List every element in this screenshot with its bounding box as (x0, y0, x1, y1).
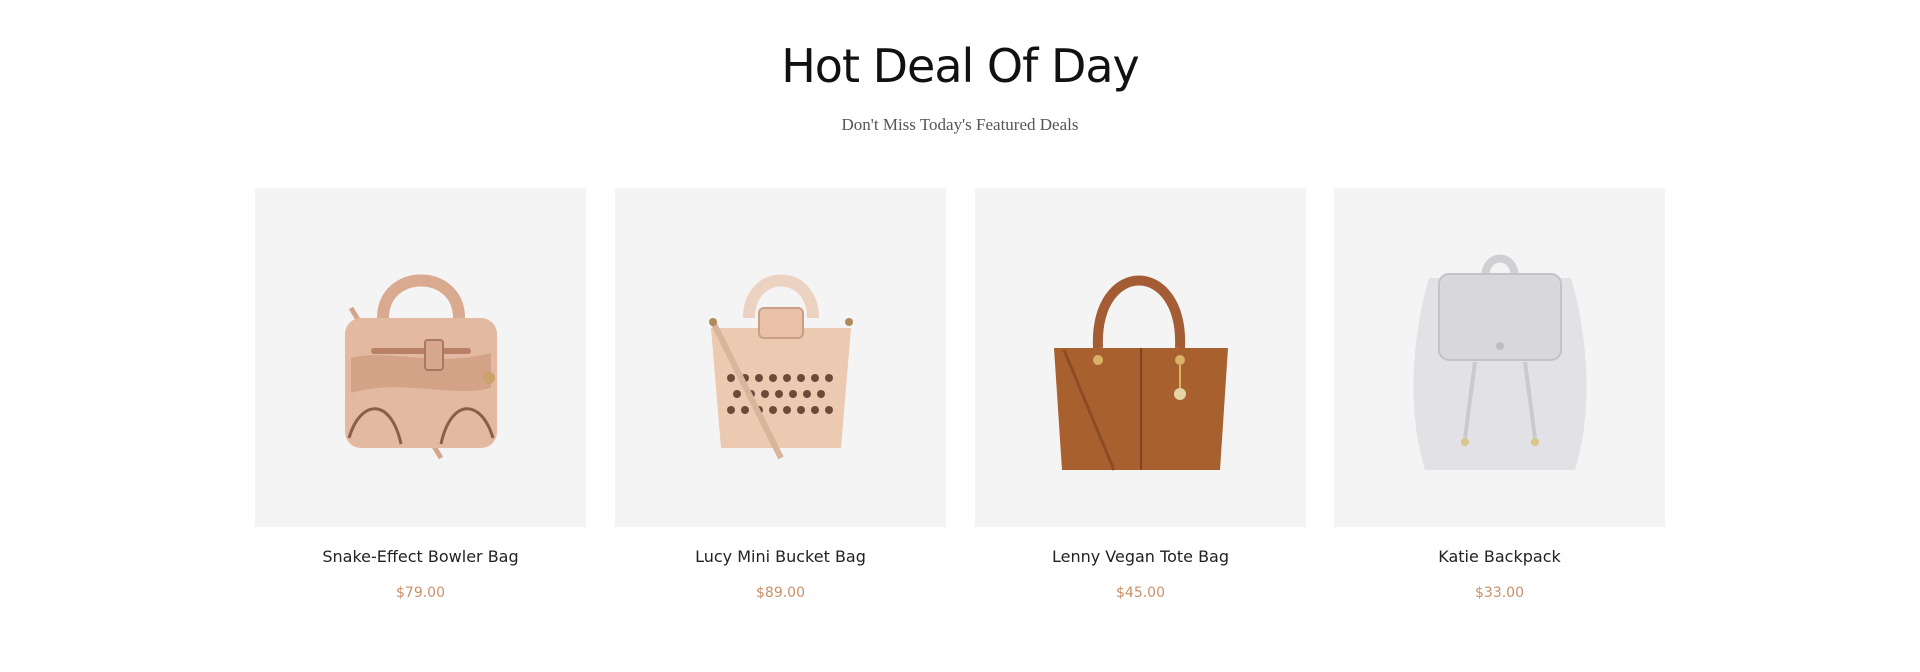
product-price: $45.00 (1116, 585, 1165, 601)
product-image[interactable] (615, 188, 946, 527)
product-price: $89.00 (756, 585, 805, 601)
product-card[interactable]: Snake-Effect Bowler Bag $79.00 (255, 188, 586, 618)
section-title: Hot Deal Of Day (781, 39, 1140, 93)
product-price: $79.00 (396, 585, 445, 601)
product-grid: Snake-Effect Bowler Bag $79.00 Lucy Mini… (255, 188, 1665, 618)
product-price: $33.00 (1475, 585, 1524, 601)
bucket-bag-icon (708, 274, 853, 459)
tote-bag-icon (1053, 275, 1228, 471)
bowler-bag-icon (344, 274, 497, 459)
product-card[interactable]: Lucy Mini Bucket Bag $89.00 (615, 188, 946, 618)
backpack-icon (1412, 254, 1587, 470)
product-name[interactable]: Lenny Vegan Tote Bag (975, 546, 1306, 568)
section-subtitle: Don't Miss Today's Featured Deals (841, 115, 1079, 134)
product-card[interactable]: Katie Backpack $33.00 (1334, 188, 1665, 618)
product-card[interactable]: Lenny Vegan Tote Bag $45.00 (975, 188, 1306, 618)
product-image[interactable] (1334, 188, 1665, 527)
product-name[interactable]: Snake-Effect Bowler Bag (255, 546, 586, 568)
product-name[interactable]: Lucy Mini Bucket Bag (615, 546, 946, 568)
product-image[interactable] (255, 188, 586, 527)
product-image[interactable] (975, 188, 1306, 527)
product-name[interactable]: Katie Backpack (1334, 546, 1665, 568)
